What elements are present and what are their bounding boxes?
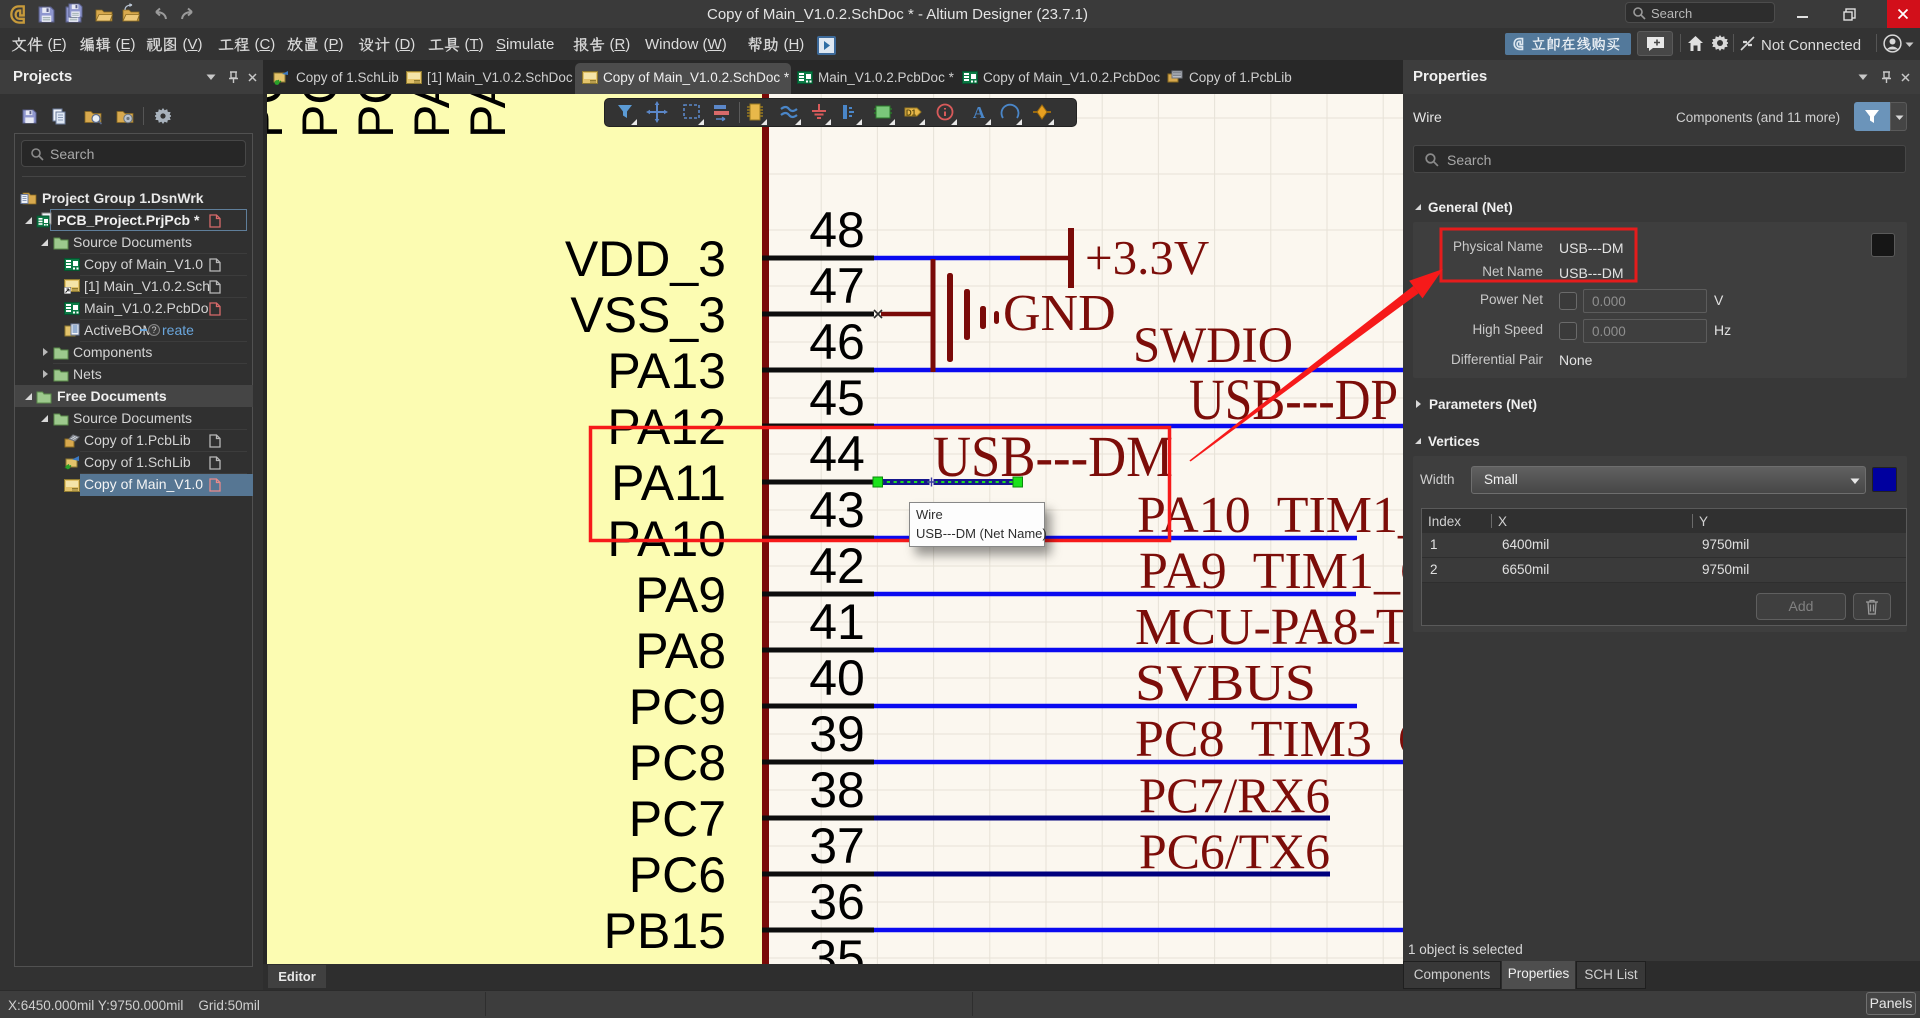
svg-text:42: 42: [809, 538, 865, 594]
svg-text:36: 36: [809, 874, 865, 930]
svg-text:PC7/RX6: PC7/RX6: [1139, 767, 1330, 823]
svg-text:A: A: [973, 103, 986, 122]
svg-text:PC8: PC8: [629, 735, 726, 791]
svg-text:VDD_3: VDD_3: [565, 231, 726, 287]
svg-text:VSS_3: VSS_3: [570, 287, 726, 343]
svg-text:MCU-PA8-TIM1: MCU-PA8-TIM1: [1135, 599, 1403, 656]
svg-text:SVBUS: SVBUS: [1135, 655, 1316, 712]
svg-text:PA6: PA6: [460, 94, 516, 138]
svg-text:PA9 TIM1_CH2: PA9 TIM1_CH2: [1139, 543, 1403, 600]
svg-text:PA13: PA13: [607, 343, 726, 399]
svg-text:37: 37: [809, 818, 865, 874]
svg-text:PC8 TIM3 CH3: PC8 TIM3 CH3: [1135, 711, 1403, 768]
svg-text:35: 35: [809, 930, 865, 964]
svg-text:PA10 TIM1_CH3: PA10 TIM1_CH3: [1137, 487, 1403, 544]
svg-text:?: ?: [151, 325, 156, 335]
svg-text:PA12: PA12: [607, 399, 726, 455]
svg-text:PC0: PC0: [348, 94, 404, 138]
svg-text:PC6: PC6: [629, 847, 726, 903]
svg-text:GND: GND: [1003, 285, 1116, 342]
svg-text:47: 47: [809, 258, 865, 314]
svg-text:PA11: PA11: [611, 455, 726, 511]
svg-text:38: 38: [809, 762, 865, 818]
svg-text:45: 45: [809, 370, 865, 426]
svg-text:PA8: PA8: [635, 623, 726, 679]
svg-text:PC2: PC2: [267, 94, 293, 138]
svg-text:40: 40: [809, 650, 865, 706]
svg-text:PB15: PB15: [604, 903, 726, 959]
svg-text:39: 39: [809, 706, 865, 762]
svg-text:USB---DP: USB---DP: [1189, 367, 1398, 432]
svg-text:PC9: PC9: [629, 679, 726, 735]
svg-text:D1: D1: [906, 109, 917, 118]
svg-text:PC1: PC1: [292, 94, 348, 138]
svg-text:46: 46: [809, 314, 865, 370]
svg-text:+3.3V: +3.3V: [1085, 230, 1209, 285]
svg-text:PC7: PC7: [629, 791, 726, 847]
svg-text:PA7: PA7: [404, 94, 460, 138]
svg-text:43: 43: [809, 482, 865, 538]
svg-text:48: 48: [809, 202, 865, 258]
svg-text:SWDIO: SWDIO: [1133, 318, 1293, 374]
svg-text:41: 41: [809, 594, 865, 650]
svg-text:44: 44: [809, 426, 865, 482]
svg-text:PA10: PA10: [607, 511, 726, 567]
svg-text:PC6/TX6: PC6/TX6: [1139, 823, 1330, 879]
svg-text:PA9: PA9: [635, 567, 726, 623]
